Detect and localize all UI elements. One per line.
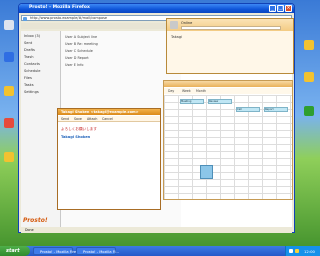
compose-toolbar: Send Save Attach Cancel	[58, 116, 160, 122]
window-title: Prosto! - Mozilla Firefox	[29, 5, 90, 10]
calendar-time-block[interactable]	[200, 165, 213, 179]
system-tray: 12:00	[285, 246, 320, 256]
taskbar-item-firefox-2[interactable]: Prosto! - Mozilla Fi...	[76, 247, 119, 255]
calendar-header	[164, 81, 292, 87]
send-button[interactable]: Send	[61, 117, 69, 121]
messenger-window: Online Takagi	[166, 18, 294, 74]
maximize-button[interactable]: □	[277, 5, 284, 12]
desktop: Prosto! - Mozilla Firefox _ □ × http://w…	[0, 0, 320, 256]
calendar-event[interactable]: Review	[208, 99, 232, 104]
nav-item-tasks[interactable]: Tasks	[24, 83, 34, 87]
compose-window: Takagi Shoken <takagi@example.com> Send …	[57, 108, 161, 210]
calendar-window: Day Week Month Meeting Review Call Repor…	[163, 80, 293, 200]
taskbar-item-label: Prosto! - Mozilla Fi...	[83, 249, 119, 254]
taskbar-item-firefox[interactable]: Prosto! - Mozilla Firefox	[33, 247, 82, 255]
mail-row[interactable]: User A Subject line	[65, 35, 97, 39]
desktop-icon-browser[interactable]	[4, 118, 14, 128]
tab-week[interactable]: Week	[182, 89, 191, 93]
desktop-icon-right-folder[interactable]	[304, 40, 314, 50]
tray-network-icon[interactable]	[289, 249, 293, 253]
compose-title: Takagi Shoken <takagi@example.com>	[61, 109, 139, 114]
contact-row[interactable]: Takagi	[171, 35, 182, 39]
nav-item-sent[interactable]: Sent	[24, 41, 32, 45]
compose-greeting[interactable]: よろしくお願いします	[61, 127, 97, 132]
avatar	[170, 21, 178, 29]
status-bar: Done	[21, 227, 292, 233]
messenger-status: Online	[181, 20, 193, 25]
mail-row[interactable]: User D Report	[65, 56, 89, 60]
desktop-icon-folder-2[interactable]	[4, 152, 14, 162]
nav-item-contacts[interactable]: Contacts	[24, 62, 40, 66]
start-label: start	[6, 248, 20, 254]
tab-month[interactable]: Month	[196, 89, 206, 93]
taskbar: start Prosto! - Mozilla Firefox Prosto! …	[0, 246, 320, 256]
compose-header[interactable]: Takagi Shoken <takagi@example.com>	[58, 109, 160, 115]
taskbar-clock: 12:00	[304, 248, 315, 254]
nav-item-settings[interactable]: Settings	[24, 90, 39, 94]
calendar-grid: Meeting Review Call Report	[164, 95, 292, 199]
nav-item-trash[interactable]: Trash	[24, 55, 34, 59]
page-icon	[23, 16, 27, 21]
close-button[interactable]: ×	[285, 5, 292, 12]
cancel-button[interactable]: Cancel	[102, 117, 113, 121]
compose-signature[interactable]: Takagi Shoken	[61, 135, 90, 139]
calendar-event[interactable]: Call	[236, 107, 260, 112]
nav-item-files[interactable]: Files	[24, 76, 32, 80]
prosto-logo: Prosto!	[23, 217, 48, 224]
status-message-input[interactable]	[181, 25, 281, 30]
start-button[interactable]: start	[0, 246, 30, 256]
tray-volume-icon[interactable]	[295, 249, 299, 253]
desktop-icon-right-folder-2[interactable]	[304, 72, 314, 82]
desktop-icon-my-documents[interactable]	[4, 20, 14, 30]
desktop-icon-my-computer[interactable]	[4, 52, 14, 62]
status-text: Done	[25, 227, 34, 232]
calendar-event[interactable]: Report	[264, 107, 288, 112]
tab-day[interactable]: Day	[168, 89, 174, 93]
calendar-tabs: Day Week Month	[164, 88, 292, 94]
mail-row[interactable]: User B Re: meeting	[65, 42, 98, 46]
nav-item-drafts[interactable]: Drafts	[24, 48, 35, 52]
messenger-header: Online	[167, 19, 293, 31]
attach-button[interactable]: Attach	[87, 117, 97, 121]
nav-item-inbox[interactable]: Inbox (3)	[24, 34, 40, 38]
desktop-icon-folder[interactable]	[4, 86, 14, 96]
address-text: http://www.prosto.example/#/mail/compose	[30, 16, 108, 20]
mail-row[interactable]: User E Info	[65, 63, 83, 67]
browser-titlebar[interactable]: Prosto! - Mozilla Firefox _ □ ×	[19, 4, 294, 13]
calendar-event[interactable]: Meeting	[180, 99, 204, 104]
save-button[interactable]: Save	[74, 117, 82, 121]
mail-row[interactable]: User C Schedule	[65, 49, 93, 53]
nav-item-schedule[interactable]: Schedule	[24, 69, 41, 73]
minimize-button[interactable]: _	[269, 5, 276, 12]
desktop-icon-right-app[interactable]	[304, 106, 314, 116]
left-nav: Inbox (3) Sent Drafts Trash Contacts Sch…	[21, 31, 61, 227]
